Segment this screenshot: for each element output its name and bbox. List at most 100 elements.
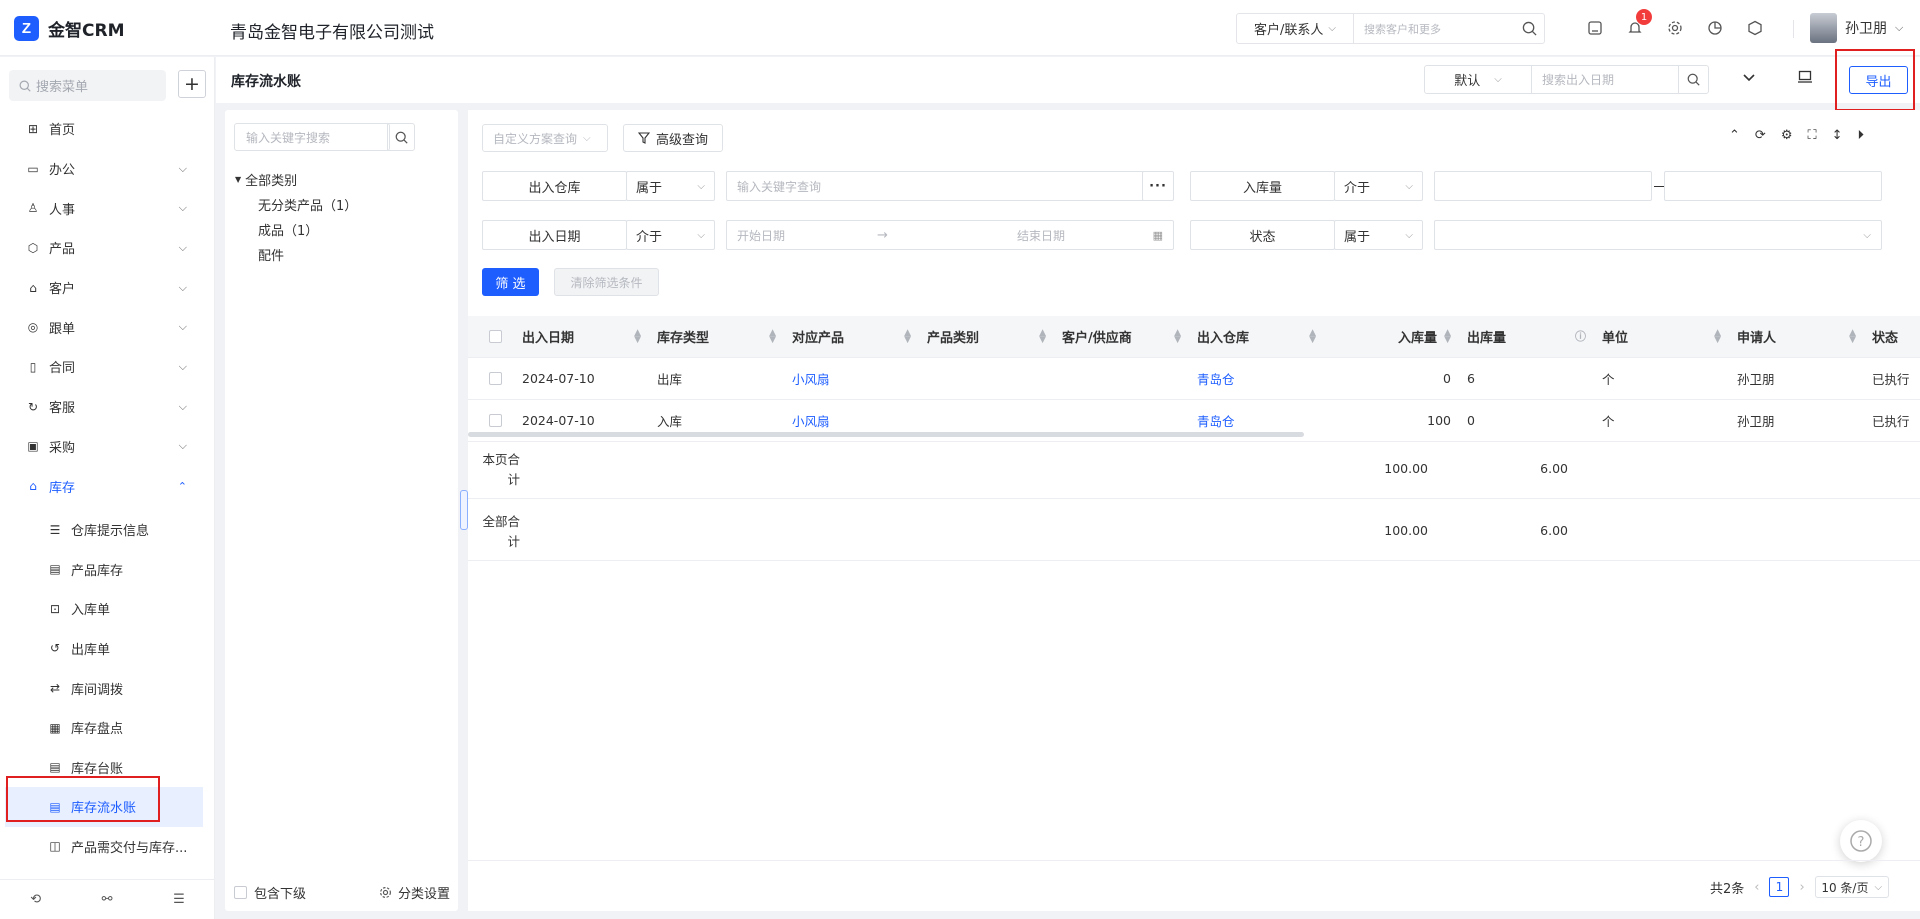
panel-collapse-handle[interactable] [460,490,468,530]
collapse-up-icon[interactable]: ⌃ [1729,128,1740,143]
cell-warehouse-link[interactable]: 青岛仓 [1189,358,1324,399]
sidebar-subitem-warehouse-info[interactable]: ☰ 仓库提示信息 [0,510,215,550]
select-all-checkbox[interactable] [489,330,502,343]
col-date[interactable]: 出入日期 ▲ ▼ [514,316,649,357]
checkbox[interactable] [234,886,247,899]
adjust-icon[interactable]: ⚯ [102,892,113,907]
in-qty-min-input[interactable] [1434,171,1652,201]
search-icon[interactable] [1514,21,1544,36]
sidebar-item-hr[interactable]: ♙ 人事 ⌵ [0,188,215,228]
sort-icon[interactable]: ▲ ▼ [634,328,641,344]
sidebar-subitem-delivery-stock[interactable]: ◫ 产品需交付与库存... [0,827,215,867]
bell-icon[interactable]: 1 [1624,9,1652,39]
sidebar-item-tracking[interactable]: ◎ 跟单 ⌵ [0,307,215,347]
col-applicant[interactable]: 申请人 ▲ ▼ [1729,316,1864,357]
col-status[interactable]: 状态 [1864,316,1920,357]
gear-icon[interactable] [1664,17,1686,39]
search-icon[interactable] [387,123,415,151]
col-product[interactable]: 对应产品 ▲ ▼ [784,316,919,357]
date-search-input[interactable]: 搜索出入日期 [1531,65,1709,94]
col-warehouse[interactable]: 出入仓库 ▲ ▼ [1189,316,1324,357]
sidebar-item-service[interactable]: ↻ 客服 ⌵ [0,387,215,427]
table-row[interactable]: 2024-07-10 出库 小风扇 青岛仓 0 6 个 孙卫朋 已执行 [468,358,1920,400]
chevron-down-icon[interactable] [1742,70,1756,88]
include-children-checkbox[interactable]: 包含下级 [234,883,306,902]
sort-icon[interactable]: ▲ ▼ [1444,328,1451,344]
col-unit[interactable]: 单位 ▲ ▼ [1594,316,1729,357]
cell-product-link[interactable]: 小风扇 [784,358,919,399]
sort-icon[interactable]: ▲ ▼ [1714,328,1721,344]
col-partner[interactable]: 客户/供应商 ▲ ▼ [1054,316,1189,357]
col-in-qty[interactable]: 入库量 ▲ ▼ [1324,316,1459,357]
fullscreen-icon[interactable]: ⛶ [1807,128,1816,143]
status-op-select[interactable]: 属于 ⌵ [1334,220,1423,250]
warehouse-op-select[interactable]: 属于 ⌵ [626,171,715,201]
horizontal-scrollbar[interactable] [468,432,1304,437]
sidebar-item-home[interactable]: ⊞ 首页 [0,109,215,149]
row-height-icon[interactable]: ↕ [1832,128,1843,143]
tree-node-root[interactable]: ▼ 全部类别 [235,167,357,192]
pie-chart-icon[interactable] [1704,17,1726,39]
global-search-input[interactable]: 搜索客户和更多 [1354,21,1514,37]
monitor-icon[interactable] [1797,69,1813,89]
sidebar-item-purchase[interactable]: ▣ 采购 ⌵ [0,427,215,467]
sidebar-subitem-inbound[interactable]: ⊡ 入库单 [0,589,215,629]
in-qty-op-select[interactable]: 介于 ⌵ [1334,171,1423,201]
history-icon[interactable]: ⟲ [30,892,41,907]
play-icon[interactable]: ⏵ [1857,128,1864,143]
sidebar-item-product[interactable]: ⬡ 产品 ⌵ [0,228,215,268]
user-menu[interactable]: 孙卫朋 ⌵ [1810,13,1903,43]
sort-icon[interactable]: ▲ ▼ [1849,328,1856,344]
sort-icon[interactable]: ▲ ▼ [904,328,911,344]
category-search-input[interactable]: 输入关键字搜索 [234,123,390,151]
refresh-icon[interactable]: ⟳ [1755,128,1766,143]
tree-node-parts[interactable]: 配件 [235,242,357,267]
more-options-button[interactable]: ··· [1142,171,1174,201]
scheme-select[interactable]: 自定义方案查询 ⌵ [482,124,608,152]
apply-filter-button[interactable]: 筛 选 [482,268,539,296]
menu-search-input[interactable]: 搜索菜单 [9,70,166,101]
gear-icon[interactable]: ⚙ [1781,128,1793,143]
sort-icon[interactable]: ▲ ▼ [1039,328,1046,344]
sidebar-item-contract[interactable]: ▯ 合同 ⌵ [0,347,215,387]
sort-icon[interactable]: ▲ ▼ [769,328,776,344]
tree-node-uncategorized[interactable]: 无分类产品（1） [235,192,357,217]
add-button[interactable]: + [178,70,206,98]
prev-page-icon[interactable]: ‹ [1754,880,1759,895]
sort-icon[interactable]: ▲ ▼ [1309,328,1316,344]
status-select[interactable]: ⌵ [1434,220,1882,250]
cube-icon[interactable] [1744,17,1766,39]
col-category[interactable]: 产品类别 ▲ ▼ [919,316,1054,357]
category-settings-button[interactable]: 分类设置 [379,883,450,902]
sidebar-subitem-outbound[interactable]: ↺ 出库单 [0,629,215,669]
next-page-icon[interactable]: › [1799,880,1804,895]
todo-icon[interactable] [1584,17,1606,39]
col-type[interactable]: 库存类型 ▲ ▼ [649,316,784,357]
row-checkbox[interactable] [489,372,502,385]
tree-node-finished[interactable]: 成品（1） [235,217,357,242]
date-op-select[interactable]: 介于 ⌵ [626,220,715,250]
sort-icon[interactable]: ▲ ▼ [1174,328,1181,344]
help-button[interactable]: ? [1840,820,1882,862]
row-checkbox[interactable] [489,414,502,427]
page-number-current[interactable]: 1 [1769,877,1790,897]
search-scope-select[interactable]: 客户/联系人 ⌵ [1237,14,1354,43]
date-range-picker[interactable]: 开始日期 → 结束日期 ▦ [726,220,1174,250]
col-out-qty[interactable]: 出库量 ⓘ [1459,316,1594,357]
collapse-menu-icon[interactable]: ☰ [173,892,185,907]
in-qty-max-input[interactable] [1664,171,1882,201]
search-icon[interactable] [1678,66,1708,93]
help-icon[interactable]: ⓘ [1575,331,1586,342]
page-size-select[interactable]: 10 条/页 ⌵ [1814,876,1889,898]
view-select[interactable]: 默认 ⌵ [1424,65,1532,94]
sidebar-subitem-stocktake[interactable]: ▦ 库存盘点 [0,708,215,748]
clear-filter-button[interactable]: 清除筛选条件 [554,268,659,296]
sidebar-item-inventory[interactable]: ⌂ 库存 ⌃ [0,466,215,506]
sidebar-item-office[interactable]: ▭ 办公 ⌵ [0,149,215,189]
warehouse-keyword-input[interactable]: 输入关键字查询 [726,171,1148,201]
sidebar-subitem-transfer[interactable]: ⇄ 库间调拨 [0,668,215,708]
sidebar-subitem-product-stock[interactable]: ▤ 产品库存 [0,549,215,589]
sidebar-item-customer[interactable]: ⌂ 客户 ⌵ [0,268,215,308]
app-logo[interactable]: Z 金智CRM [14,16,124,41]
advanced-query-button[interactable]: 高级查询 [623,124,723,152]
